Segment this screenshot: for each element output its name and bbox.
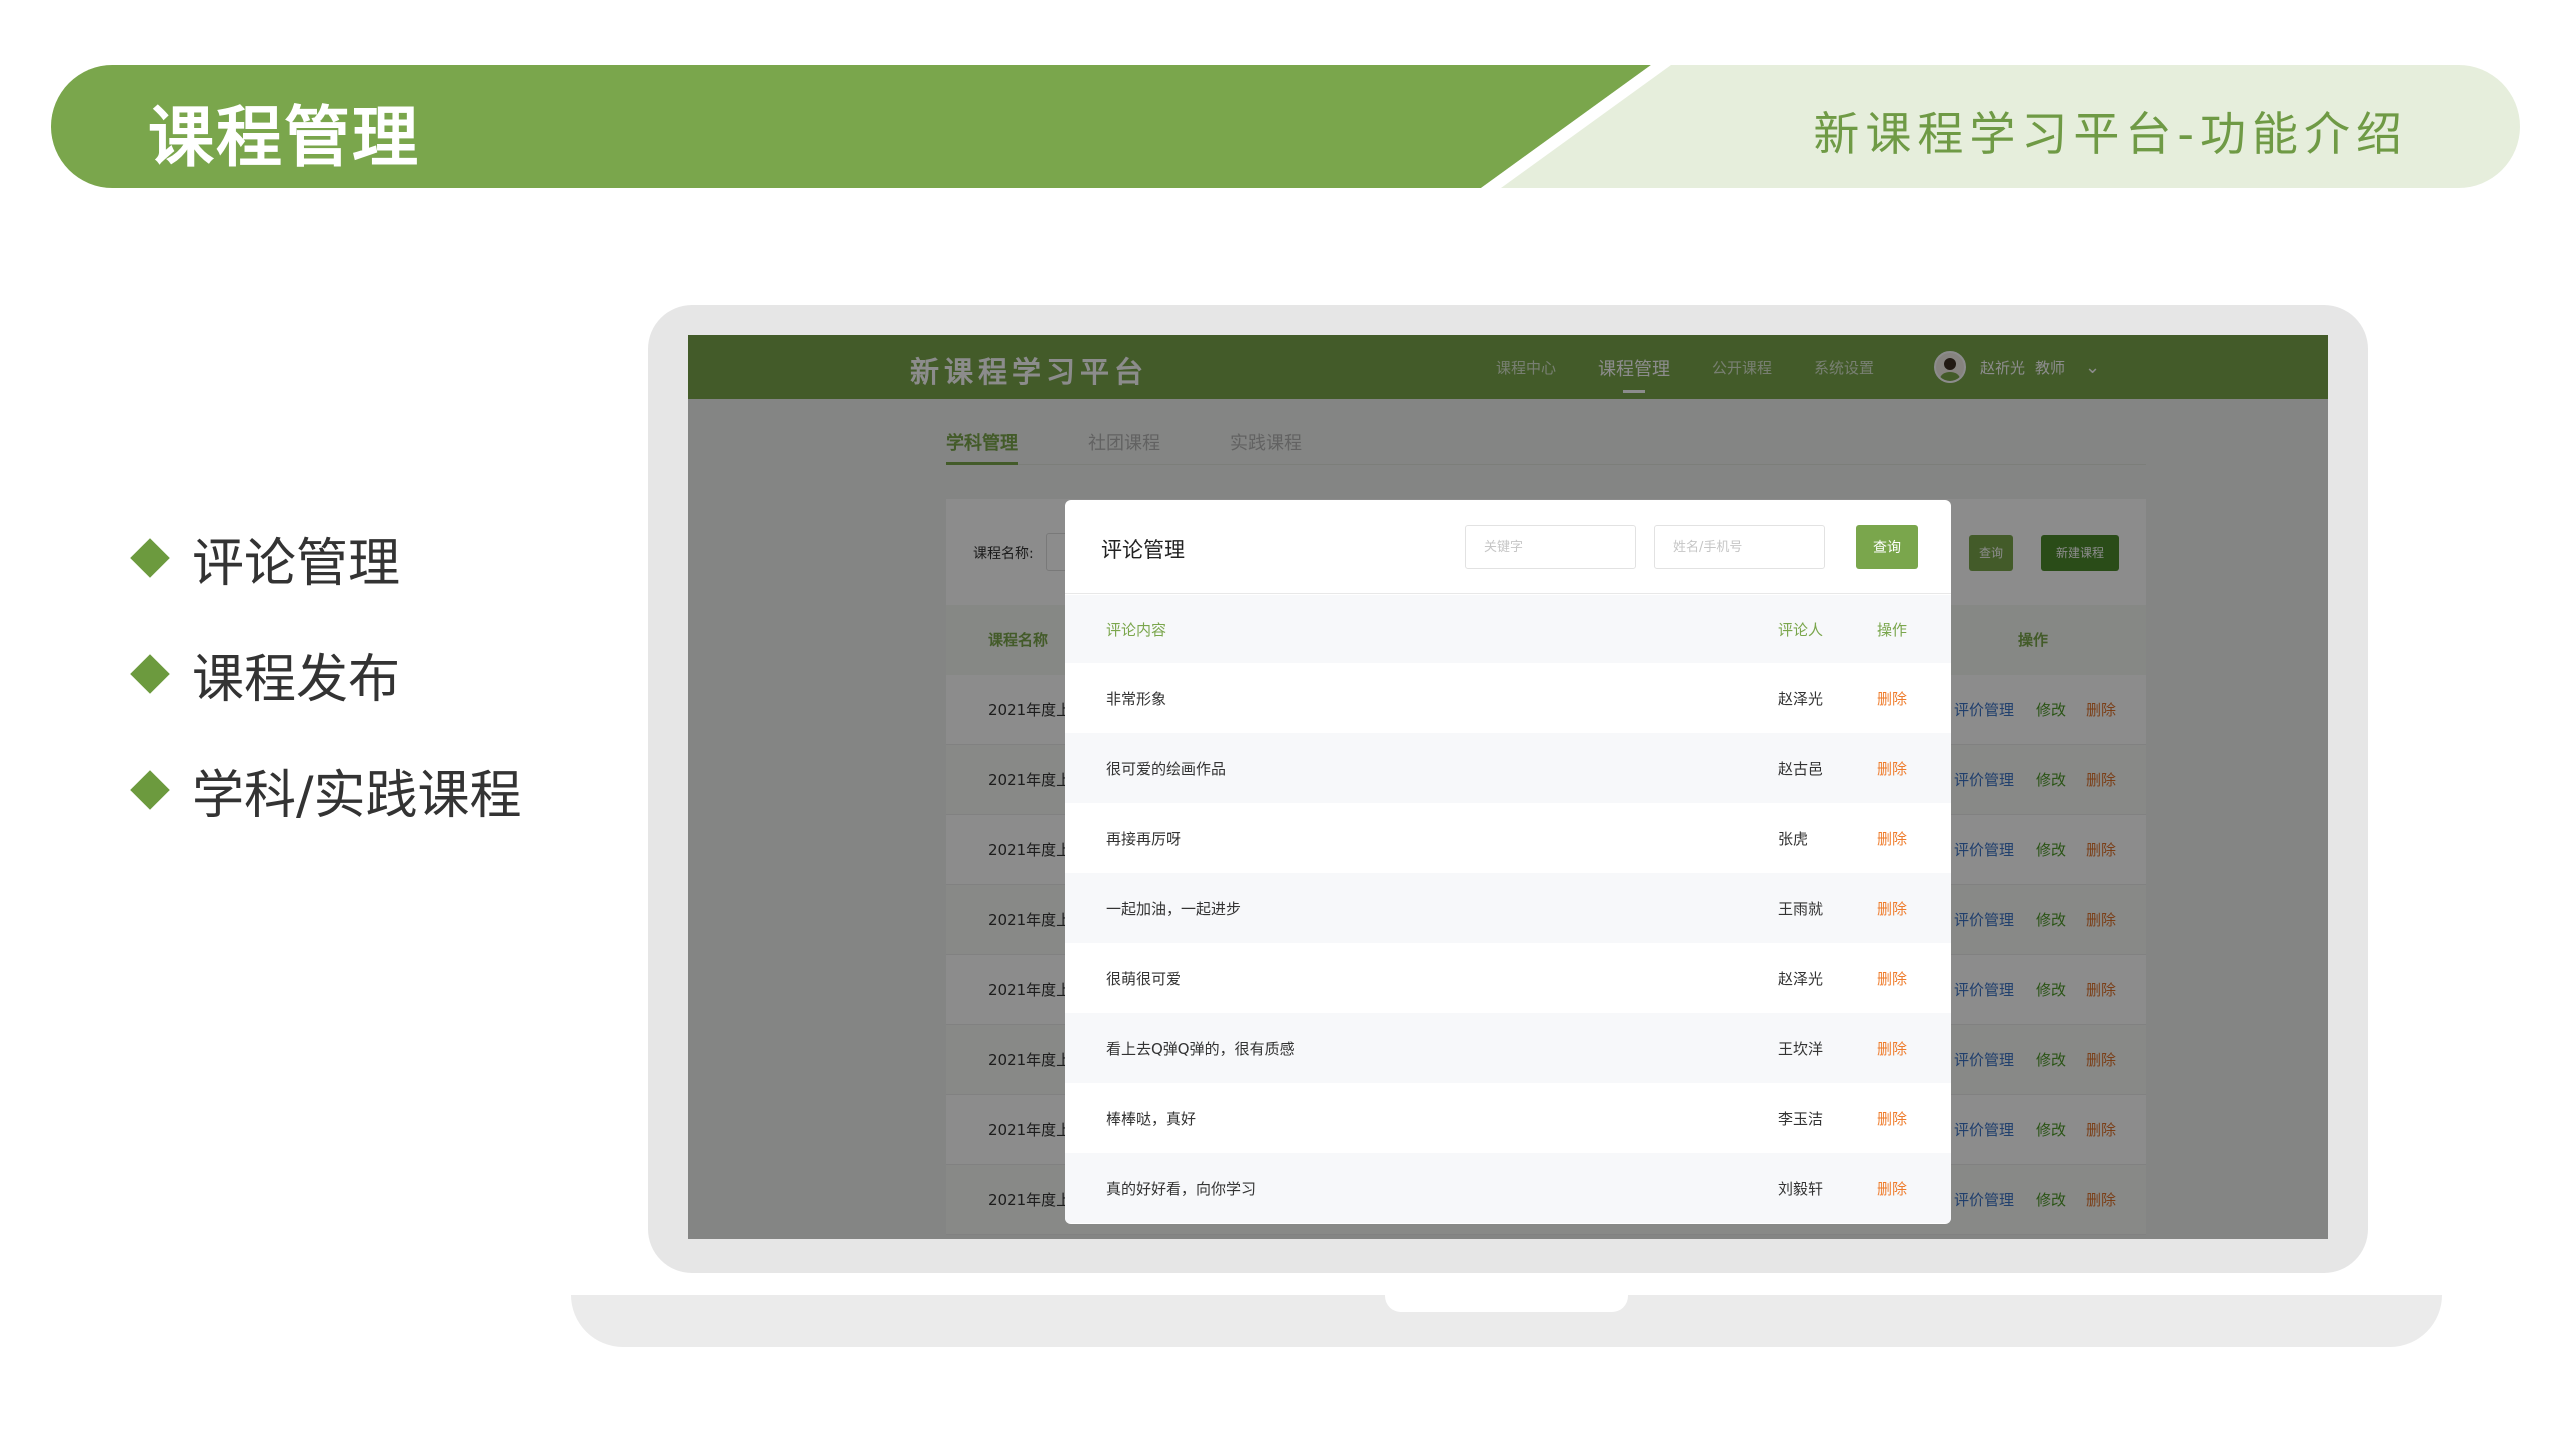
- table-row: 很萌很可爱 赵泽光 删除: [1065, 943, 1951, 1013]
- slide-title: 课程管理: [148, 99, 420, 176]
- comment-content: 一起加油，一起进步: [1106, 900, 1242, 918]
- laptop-screen: 新课程学习平台 课程中心 课程管理 公开课程 系统设置 赵祈光 教师 ⌄ 学科管…: [688, 335, 2328, 1239]
- query-button[interactable]: 查询: [1856, 525, 1918, 569]
- comment-content: 棒棒哒，真好: [1106, 1110, 1197, 1128]
- slide-subtitle: 新课程学习平台-功能介绍: [1813, 107, 2408, 161]
- feature-text: 课程发布: [192, 649, 401, 710]
- commenter-name: 赵泽光: [1778, 970, 1824, 988]
- modal-header: 评论管理 查询: [1065, 500, 1951, 594]
- delete-comment-link[interactable]: 删除: [1877, 898, 1907, 919]
- feature-text: 评论管理: [192, 533, 401, 594]
- commenter-name: 李玉洁: [1778, 1110, 1824, 1128]
- delete-comment-link[interactable]: 删除: [1877, 1038, 1907, 1059]
- comment-management-modal: 评论管理 查询 评论内容 评论人 操作 非常形象赵泽光删除 很可爱的绘画作品赵古…: [1065, 500, 1951, 1224]
- table-row: 再接再厉呀 张虎 删除: [1065, 803, 1951, 873]
- comment-content: 非常形象: [1106, 690, 1167, 708]
- feature-item: 课程发布: [130, 616, 522, 732]
- commenter-name: 赵泽光: [1778, 690, 1824, 708]
- delete-comment-link[interactable]: 删除: [1877, 968, 1907, 989]
- diamond-bullet-icon: [130, 770, 170, 810]
- delete-comment-link[interactable]: 删除: [1877, 1178, 1907, 1199]
- commenter-name: 刘毅轩: [1778, 1180, 1824, 1198]
- feature-list: 评论管理 课程发布 学科/实践课程: [130, 500, 522, 848]
- column-comment-content: 评论内容: [1106, 621, 1167, 639]
- diamond-bullet-icon: [130, 654, 170, 694]
- keyword-input[interactable]: [1465, 525, 1636, 569]
- table-row: 看上去Q弹Q弹的，很有质感 王坎洋 删除: [1065, 1013, 1951, 1083]
- laptop-notch: [1385, 1295, 1628, 1312]
- commenter-name: 赵古邑: [1778, 760, 1824, 778]
- feature-item: 评论管理: [130, 500, 522, 616]
- comment-table-header: 评论内容 评论人 操作: [1065, 595, 1951, 663]
- delete-comment-link[interactable]: 删除: [1877, 688, 1907, 709]
- table-row: 棒棒哒，真好 李玉洁 删除: [1065, 1083, 1951, 1153]
- commenter-name: 张虎: [1778, 830, 1809, 848]
- comment-content: 看上去Q弹Q弹的，很有质感: [1106, 1040, 1295, 1058]
- commenter-name: 王雨就: [1778, 900, 1824, 918]
- commenter-name: 王坎洋: [1778, 1040, 1824, 1058]
- name-phone-input[interactable]: [1654, 525, 1825, 569]
- modal-title: 评论管理: [1101, 538, 1185, 562]
- feature-item: 学科/实践课程: [130, 732, 522, 848]
- delete-comment-link[interactable]: 删除: [1877, 758, 1907, 779]
- comment-content: 再接再厉呀: [1106, 830, 1182, 848]
- table-row: 很可爱的绘画作品 赵古邑 删除: [1065, 733, 1951, 803]
- comment-content: 很萌很可爱: [1106, 970, 1182, 988]
- column-actions: 操作: [1877, 621, 1908, 639]
- delete-comment-link[interactable]: 删除: [1877, 1108, 1907, 1129]
- table-row: 非常形象 赵泽光 删除: [1065, 663, 1951, 733]
- feature-text: 学科/实践课程: [192, 765, 522, 826]
- delete-comment-link[interactable]: 删除: [1877, 828, 1907, 849]
- column-commenter: 评论人: [1778, 621, 1824, 639]
- table-row: 一起加油，一起进步 王雨就 删除: [1065, 873, 1951, 943]
- comment-content: 真的好好看，向你学习: [1106, 1180, 1257, 1198]
- diamond-bullet-icon: [130, 538, 170, 578]
- comment-content: 很可爱的绘画作品: [1106, 760, 1227, 778]
- table-row: 真的好好看，向你学习 刘毅轩 删除: [1065, 1153, 1951, 1223]
- comment-table: 评论内容 评论人 操作 非常形象 赵泽光 删除 很可爱的绘画作品 赵古邑 删除 再接再厉…: [1065, 595, 1951, 1223]
